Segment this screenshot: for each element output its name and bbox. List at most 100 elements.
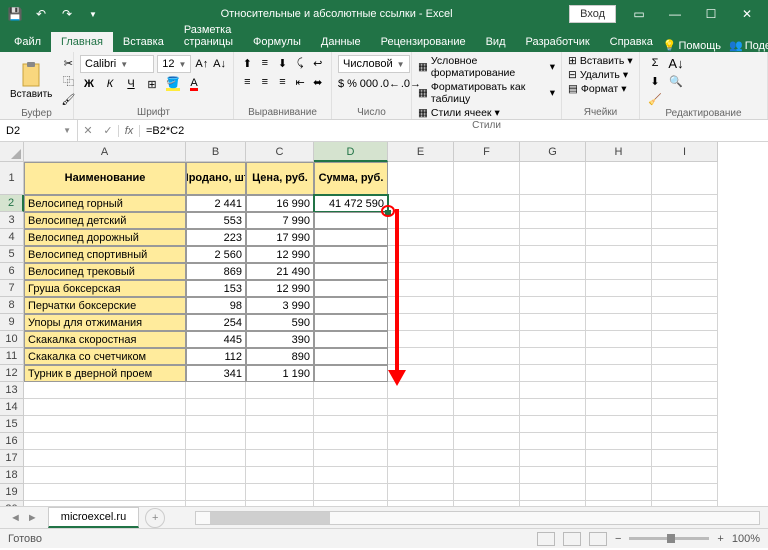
- undo-icon[interactable]: ↶: [30, 3, 52, 25]
- inc-decimal-icon[interactable]: .0←: [381, 76, 399, 92]
- fx-icon[interactable]: fx: [118, 125, 140, 137]
- row-header-17[interactable]: 17: [0, 450, 24, 467]
- cell-B10[interactable]: 445: [186, 331, 246, 348]
- border-button[interactable]: ⊞: [143, 76, 161, 92]
- align-top-icon[interactable]: ⬆: [240, 55, 255, 71]
- share-button[interactable]: 👥 Поделиться: [729, 39, 768, 52]
- cell-E2[interactable]: [388, 195, 454, 212]
- tab-view[interactable]: Вид: [476, 32, 516, 52]
- cell-A10[interactable]: Скакалка скоростная: [24, 331, 186, 348]
- cell-I7[interactable]: [652, 280, 718, 297]
- cell-D12[interactable]: [314, 365, 388, 382]
- zoom-out-icon[interactable]: −: [615, 533, 621, 545]
- cell-B14[interactable]: [186, 399, 246, 416]
- cell-I13[interactable]: [652, 382, 718, 399]
- cell-G4[interactable]: [520, 229, 586, 246]
- normal-view-icon[interactable]: [537, 532, 555, 546]
- cell-A1[interactable]: Наименование: [24, 162, 186, 195]
- row-header-18[interactable]: 18: [0, 467, 24, 484]
- tab-layout[interactable]: Разметка страницы: [174, 20, 243, 52]
- cell-G6[interactable]: [520, 263, 586, 280]
- cell-E17[interactable]: [388, 450, 454, 467]
- cell-E16[interactable]: [388, 433, 454, 450]
- align-bottom-icon[interactable]: ⬇: [275, 55, 290, 71]
- cell-A15[interactable]: [24, 416, 186, 433]
- cell-H2[interactable]: [586, 195, 652, 212]
- cell-C5[interactable]: 12 990: [246, 246, 314, 263]
- cell-A12[interactable]: Турник в дверной проем: [24, 365, 186, 382]
- cell-I17[interactable]: [652, 450, 718, 467]
- cell-I6[interactable]: [652, 263, 718, 280]
- row-headers[interactable]: 1234567891011121314151617181920: [0, 162, 24, 518]
- cell-F15[interactable]: [454, 416, 520, 433]
- conditional-formatting-button[interactable]: ▦ Условное форматирование ▾: [418, 55, 555, 79]
- cell-B15[interactable]: [186, 416, 246, 433]
- fill-color-button[interactable]: 🪣: [164, 76, 182, 92]
- cell-I14[interactable]: [652, 399, 718, 416]
- tab-formulas[interactable]: Формулы: [243, 32, 311, 52]
- cell-A7[interactable]: Груша боксерская: [24, 280, 186, 297]
- cell-D10[interactable]: [314, 331, 388, 348]
- cell-C15[interactable]: [246, 416, 314, 433]
- cell-A5[interactable]: Велосипед спортивный: [24, 246, 186, 263]
- cell-C2[interactable]: 16 990: [246, 195, 314, 212]
- cell-C17[interactable]: [246, 450, 314, 467]
- align-right-icon[interactable]: ≡: [275, 74, 290, 90]
- cell-A3[interactable]: Велосипед детский: [24, 212, 186, 229]
- cell-H12[interactable]: [586, 365, 652, 382]
- cell-B9[interactable]: 254: [186, 314, 246, 331]
- cell-F7[interactable]: [454, 280, 520, 297]
- cell-G17[interactable]: [520, 450, 586, 467]
- sort-filter-icon[interactable]: A↓: [667, 55, 685, 71]
- cell-C9[interactable]: 590: [246, 314, 314, 331]
- underline-button[interactable]: Ч: [122, 76, 140, 92]
- cell-B5[interactable]: 2 560: [186, 246, 246, 263]
- cell-C12[interactable]: 1 190: [246, 365, 314, 382]
- cell-A14[interactable]: [24, 399, 186, 416]
- cell-C10[interactable]: 390: [246, 331, 314, 348]
- cell-E13[interactable]: [388, 382, 454, 399]
- cell-H7[interactable]: [586, 280, 652, 297]
- cell-H10[interactable]: [586, 331, 652, 348]
- cell-B2[interactable]: 2 441: [186, 195, 246, 212]
- cell-F2[interactable]: [454, 195, 520, 212]
- select-all-button[interactable]: [0, 142, 24, 162]
- tab-data[interactable]: Данные: [311, 32, 371, 52]
- cell-F5[interactable]: [454, 246, 520, 263]
- cell-C7[interactable]: 12 990: [246, 280, 314, 297]
- cell-H14[interactable]: [586, 399, 652, 416]
- cell-D6[interactable]: [314, 263, 388, 280]
- tell-me[interactable]: 💡 Помощь: [663, 39, 721, 52]
- row-header-5[interactable]: 5: [0, 246, 24, 263]
- ribbon-display-icon[interactable]: ▭: [622, 3, 656, 25]
- cell-E6[interactable]: [388, 263, 454, 280]
- cell-C4[interactable]: 17 990: [246, 229, 314, 246]
- cell-D13[interactable]: [314, 382, 388, 399]
- col-header-G[interactable]: G: [520, 142, 586, 162]
- insert-cells-button[interactable]: ⊞ Вставить ▾: [568, 55, 633, 67]
- cell-A18[interactable]: [24, 467, 186, 484]
- number-format-combo[interactable]: Числовой▼: [338, 55, 410, 73]
- delete-cells-button[interactable]: ⊟ Удалить ▾: [568, 69, 633, 81]
- align-left-icon[interactable]: ≡: [240, 74, 255, 90]
- format-as-table-button[interactable]: ▦ Форматировать как таблицу ▾: [418, 81, 555, 105]
- row-header-4[interactable]: 4: [0, 229, 24, 246]
- cell-A13[interactable]: [24, 382, 186, 399]
- cell-G16[interactable]: [520, 433, 586, 450]
- cell-B17[interactable]: [186, 450, 246, 467]
- col-header-E[interactable]: E: [388, 142, 454, 162]
- sheet-tab[interactable]: microexcel.ru: [48, 507, 139, 528]
- tab-home[interactable]: Главная: [51, 32, 113, 52]
- cell-E5[interactable]: [388, 246, 454, 263]
- row-header-13[interactable]: 13: [0, 382, 24, 399]
- percent-icon[interactable]: %: [347, 76, 357, 92]
- cell-B3[interactable]: 553: [186, 212, 246, 229]
- cell-F13[interactable]: [454, 382, 520, 399]
- cell-E4[interactable]: [388, 229, 454, 246]
- align-middle-icon[interactable]: ≡: [258, 55, 273, 71]
- cell-F12[interactable]: [454, 365, 520, 382]
- cell-E19[interactable]: [388, 484, 454, 501]
- cell-F8[interactable]: [454, 297, 520, 314]
- merge-icon[interactable]: ⬌: [310, 74, 325, 90]
- cell-B4[interactable]: 223: [186, 229, 246, 246]
